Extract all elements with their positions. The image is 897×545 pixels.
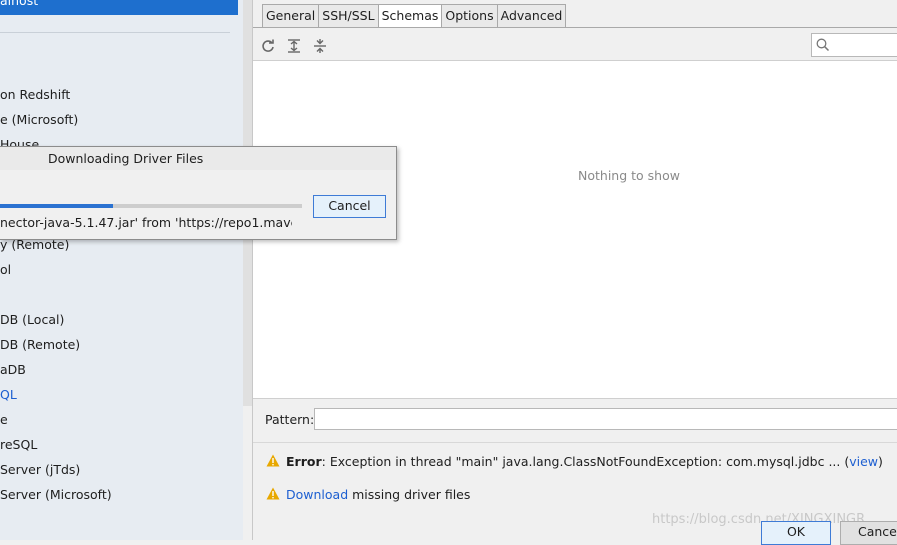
dialog-title: Downloading Driver Files: [48, 151, 204, 166]
view-link[interactable]: view: [849, 454, 878, 469]
cancel-button[interactable]: Cancel: [840, 521, 897, 545]
pattern-input[interactable]: [314, 408, 897, 430]
tab-advanced[interactable]: Advanced: [496, 4, 567, 28]
schemas-toolbar: [253, 28, 897, 61]
download-status: nector-java-5.1.47.jar' from 'https://re…: [0, 215, 292, 230]
download-link[interactable]: Download: [286, 487, 348, 502]
driver-item[interactable]: reSQL: [0, 435, 37, 455]
tab-schemas[interactable]: Schemas: [377, 4, 442, 28]
ok-button[interactable]: OK: [761, 521, 831, 545]
download-text: missing driver files: [348, 487, 471, 502]
pattern-divider: [253, 442, 897, 443]
sidebar-separator: [0, 32, 230, 33]
error-prefix: Error: [286, 454, 322, 469]
driver-item[interactable]: aDB: [0, 360, 26, 380]
pattern-label: Pattern:: [265, 412, 315, 427]
watermark: https://blog.csdn.net/XINGXINGR: [652, 512, 866, 527]
tab-general[interactable]: General: [262, 4, 319, 28]
data-source-selected[interactable]: alhost: [0, 0, 238, 15]
data-source-selected-label: alhost: [0, 0, 39, 8]
driver-item[interactable]: QL: [0, 385, 17, 405]
dialog-cancel-button[interactable]: Cancel: [313, 195, 386, 218]
download-progress-fill: [0, 204, 114, 208]
error-suffix: ): [878, 454, 883, 469]
driver-item[interactable]: DB (Remote): [0, 335, 80, 355]
error-message: Error: Exception in thread "main" java.l…: [266, 454, 883, 469]
data-source-list: alhost on Redshift e (Microsoft) House y…: [0, 0, 243, 540]
search-icon: [816, 38, 830, 52]
expand-all-icon[interactable]: [287, 39, 301, 53]
schema-search-input[interactable]: [811, 33, 897, 57]
download-driver-notice: Download missing driver files: [266, 487, 470, 502]
tab-options[interactable]: Options: [441, 4, 497, 28]
download-progress-bar: [0, 204, 302, 208]
error-text: Exception in thread "main" java.lang.Cla…: [325, 454, 850, 469]
dialog-title-bar[interactable]: Downloading Driver Files: [0, 147, 396, 170]
driver-item[interactable]: e: [0, 410, 8, 430]
warning-icon: [266, 454, 280, 467]
driver-item[interactable]: Server (jTds): [0, 460, 80, 480]
warning-icon: [266, 487, 280, 500]
driver-item[interactable]: DB (Local): [0, 310, 64, 330]
settings-tabs: General SSH/SSL Schemas Options Advanced: [262, 4, 567, 28]
sidebar-scrollbar-track: [243, 406, 252, 540]
refresh-icon[interactable]: [261, 39, 275, 53]
download-dialog: Downloading Driver Files nector-java-5.1…: [0, 146, 397, 240]
collapse-all-icon[interactable]: [313, 39, 327, 53]
tab-ssh-ssl[interactable]: SSH/SSL: [318, 4, 378, 28]
driver-item[interactable]: ol: [0, 260, 11, 280]
driver-item[interactable]: Server (Microsoft): [0, 485, 112, 505]
driver-item[interactable]: on Redshift: [0, 85, 70, 105]
driver-item[interactable]: e (Microsoft): [0, 110, 78, 130]
